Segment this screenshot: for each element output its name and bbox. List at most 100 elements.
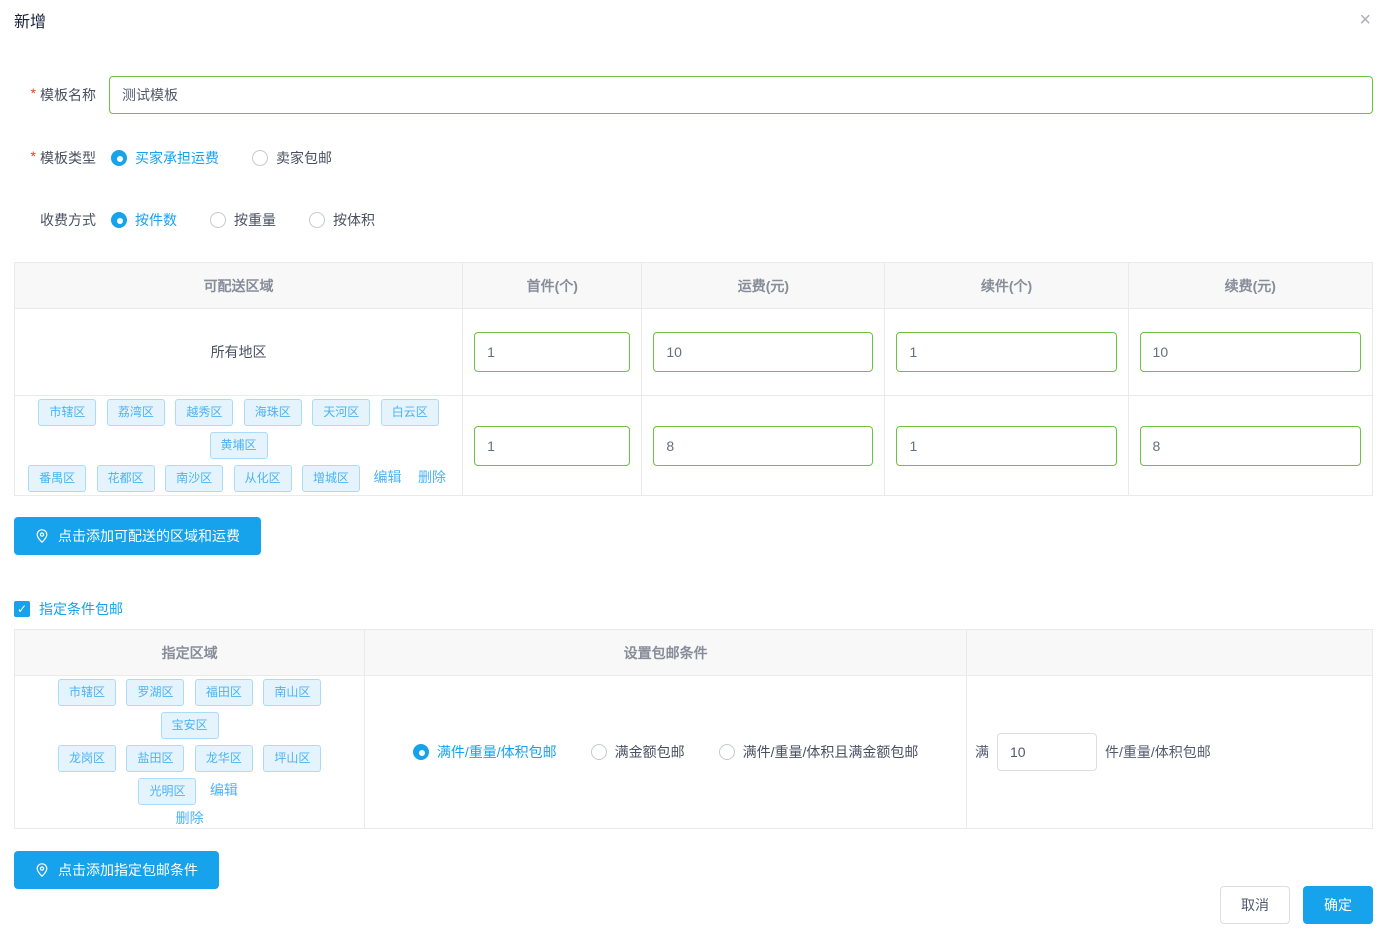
- threshold-suffix: 件/重量/体积包邮: [1105, 742, 1211, 762]
- column-header: 运费(元): [642, 263, 885, 309]
- radio-qty-and-amount[interactable]: 满件/重量/体积且满金额包邮: [719, 742, 919, 762]
- region-tag: 越秀区: [175, 399, 233, 426]
- page-title: 新增: [14, 12, 1373, 34]
- checkbox-checked-icon[interactable]: ✓: [14, 601, 30, 617]
- add-region-button[interactable]: 点击添加可配送的区域和运费: [14, 517, 261, 555]
- template-name-label-text: 模板名称: [40, 85, 96, 105]
- radio-unselected-icon: [210, 212, 226, 228]
- next-fee-input[interactable]: [1140, 426, 1361, 466]
- column-header: 续件(个): [885, 263, 1128, 309]
- radio-by-volume[interactable]: 按体积: [309, 210, 375, 230]
- region-tag: 南山区: [263, 679, 321, 706]
- region-tag: 龙华区: [195, 745, 253, 772]
- radio-unselected-icon: [309, 212, 325, 228]
- delete-row-link[interactable]: 删除: [176, 810, 204, 826]
- column-header: 设置包邮条件: [365, 630, 967, 676]
- region-tag: 海珠区: [244, 399, 302, 426]
- template-name-input[interactable]: [109, 76, 1373, 114]
- region-tag: 市辖区: [58, 679, 116, 706]
- dialog-footer: 取消 确定: [1220, 886, 1373, 924]
- region-name: 所有地区: [211, 344, 267, 360]
- region-tag: 番禺区: [28, 465, 86, 492]
- threshold-value-input[interactable]: [997, 733, 1097, 771]
- column-header: [966, 630, 1372, 676]
- radio-selected-icon: [111, 212, 127, 228]
- free-shipping-table: 指定区域 设置包邮条件 市辖区 罗湖区 福田区 南山区 宝安区 龙岗区 盐田区 …: [14, 629, 1373, 829]
- radio-buyer-pays[interactable]: 买家承担运费: [111, 148, 219, 168]
- location-pin-icon: [35, 529, 49, 543]
- region-tag: 荔湾区: [107, 399, 165, 426]
- charge-method-label-text: 收费方式: [40, 210, 96, 230]
- region-tag: 南沙区: [165, 465, 223, 492]
- template-type-label: * 模板类型: [14, 148, 96, 168]
- column-header: 可配送区域: [15, 263, 463, 309]
- radio-amount[interactable]: 满金额包邮: [591, 742, 685, 762]
- required-asterisk: *: [31, 148, 36, 168]
- region-tag: 天河区: [312, 399, 370, 426]
- cancel-button[interactable]: 取消: [1220, 886, 1290, 924]
- region-tags-line: 龙岗区 盐田区 龙华区 坪山区 光明区 编辑: [15, 742, 364, 808]
- freight-fee-input[interactable]: [653, 426, 873, 466]
- charge-method-row: 收费方式 按件数 按重量 按体积: [14, 210, 1373, 230]
- freight-table: 可配送区域 首件(个) 运费(元) 续件(个) 续费(元) 所有地区 市辖区 荔…: [14, 262, 1373, 496]
- region-tag: 花都区: [97, 465, 155, 492]
- charge-method-label: 收费方式: [14, 210, 96, 230]
- close-icon[interactable]: ×: [1359, 8, 1371, 32]
- radio-seller-free-shipping[interactable]: 卖家包邮: [252, 148, 332, 168]
- first-qty-input[interactable]: [474, 426, 630, 466]
- add-template-dialog: 新增 × * 模板名称 * 模板类型 买家承担运费 卖家包邮 收费方式 按件数: [0, 0, 1387, 931]
- table-row-all-regions: 所有地区: [15, 309, 1373, 396]
- region-tags-line: 番禺区 花都区 南沙区 从化区 增城区 编辑 删除: [15, 462, 462, 495]
- region-tag: 盐田区: [126, 745, 184, 772]
- radio-unselected-icon: [252, 150, 268, 166]
- free-shipping-header-row: 指定区域 设置包邮条件: [15, 630, 1373, 676]
- location-pin-icon: [35, 863, 49, 877]
- region-tag: 市辖区: [38, 399, 96, 426]
- template-name-row: * 模板名称: [14, 76, 1373, 114]
- confirm-button[interactable]: 确定: [1303, 886, 1373, 924]
- region-tag: 龙岗区: [58, 745, 116, 772]
- next-qty-input[interactable]: [896, 332, 1116, 372]
- template-name-label: * 模板名称: [14, 85, 96, 105]
- region-tag: 光明区: [138, 778, 196, 805]
- first-qty-input[interactable]: [474, 332, 630, 372]
- radio-selected-icon: [111, 150, 127, 166]
- conditional-free-checkbox-row[interactable]: ✓ 指定条件包邮: [14, 599, 1373, 619]
- free-shipping-row: 市辖区 罗湖区 福田区 南山区 宝安区 龙岗区 盐田区 龙华区 坪山区 光明区 …: [15, 676, 1373, 829]
- threshold-group: 满 件/重量/体积包邮: [967, 733, 1372, 771]
- radio-qty-weight-volume[interactable]: 满件/重量/体积包邮: [413, 742, 557, 762]
- required-asterisk: *: [31, 85, 36, 105]
- column-header: 指定区域: [15, 630, 365, 676]
- region-tag: 福田区: [195, 679, 253, 706]
- radio-unselected-icon: [719, 744, 735, 760]
- region-tags-line: 市辖区 荔湾区 越秀区 海珠区 天河区 白云区 黄埔区: [15, 396, 462, 462]
- next-qty-input[interactable]: [896, 426, 1116, 466]
- add-condition-button-label: 点击添加指定包邮条件: [58, 860, 198, 880]
- edit-regions-link[interactable]: 编辑: [210, 782, 238, 798]
- freight-table-header-row: 可配送区域 首件(个) 运费(元) 续件(个) 续费(元): [15, 263, 1373, 309]
- region-tag: 增城区: [302, 465, 360, 492]
- add-region-button-label: 点击添加可配送的区域和运费: [58, 526, 240, 546]
- delete-line: 删除: [15, 808, 364, 828]
- column-header: 首件(个): [463, 263, 642, 309]
- add-free-shipping-condition-button[interactable]: 点击添加指定包邮条件: [14, 851, 219, 889]
- delete-row-link[interactable]: 删除: [418, 469, 446, 485]
- radio-by-weight[interactable]: 按重量: [210, 210, 276, 230]
- region-tag: 罗湖区: [126, 679, 184, 706]
- radio-by-piece[interactable]: 按件数: [111, 210, 177, 230]
- table-row-custom-regions: 市辖区 荔湾区 越秀区 海珠区 天河区 白云区 黄埔区 番禺区 花都区 南沙区 …: [15, 396, 1373, 496]
- template-type-row: * 模板类型 买家承担运费 卖家包邮: [14, 148, 1373, 168]
- region-tag: 从化区: [234, 465, 292, 492]
- region-tag: 坪山区: [263, 745, 321, 772]
- radio-unselected-icon: [591, 744, 607, 760]
- freight-fee-input[interactable]: [653, 332, 873, 372]
- region-tag: 黄埔区: [210, 432, 268, 459]
- region-tags-line: 市辖区 罗湖区 福田区 南山区 宝安区: [15, 676, 364, 742]
- column-header: 续费(元): [1128, 263, 1372, 309]
- region-tag: 宝安区: [161, 712, 219, 739]
- edit-regions-link[interactable]: 编辑: [374, 469, 402, 485]
- next-fee-input[interactable]: [1140, 332, 1361, 372]
- template-type-label-text: 模板类型: [40, 148, 96, 168]
- conditional-free-label: 指定条件包邮: [39, 599, 123, 619]
- radio-selected-icon: [413, 744, 429, 760]
